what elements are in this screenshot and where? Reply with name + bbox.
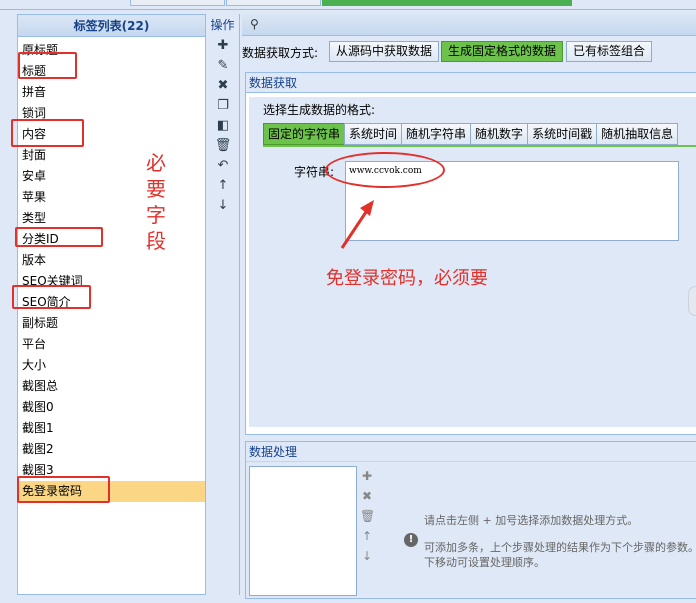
fetch-mode-row: 数据获取方式: 从源码中获取数据 生成固定格式的数据 已有标签组合 [242, 41, 696, 63]
delete-icon[interactable]: ✖ [206, 76, 240, 96]
editor-header: ⚲ [242, 14, 696, 36]
tag-list-item[interactable]: 封面 [18, 145, 205, 166]
tag-list-item[interactable]: 副标题 [18, 313, 205, 334]
process-hint-primary: 请点击左侧 + 加号选择添加数据处理方式。 [424, 514, 639, 527]
format-tab[interactable]: 固定的字符串 [263, 123, 346, 145]
tag-list-item[interactable]: 版本 [18, 250, 205, 271]
format-tab[interactable]: 随机抽取信息 [596, 123, 679, 145]
format-tab[interactable]: 系统时间 [344, 123, 403, 145]
annotation-box-seo-intro [12, 285, 91, 309]
tag-list-item[interactable]: 平台 [18, 334, 205, 355]
edit-icon[interactable]: ✎ [206, 56, 240, 76]
move-up-icon[interactable]: ↑ [206, 176, 240, 196]
process-move-down-icon[interactable]: ↓ [360, 546, 374, 566]
format-tabs-underline [263, 145, 696, 147]
trash-icon[interactable]: 🗑 [206, 136, 240, 156]
add-icon[interactable]: ✚ [206, 36, 240, 56]
annotation-box-title [18, 52, 77, 79]
tag-list: 原标题 标题 拼音 锁词 内容 封面 安卓 苹果 类型 分类ID 版本 SEO关键词 SEO简介 副标题平… [18, 37, 205, 502]
data-fetch-title: 数据获取 [246, 73, 696, 93]
operation-toolbar: 操作 ✚ ✎ ✖ ❐ ◧ 🗑 ↶ ↑ ↓ [206, 14, 240, 595]
process-step-list[interactable] [249, 466, 357, 596]
format-tab[interactable]: 随机数字 [470, 123, 529, 145]
fetch-mode-label: 数据获取方式: [242, 46, 319, 60]
annotation-required-fields: 必要字段 [146, 151, 166, 253]
format-tab[interactable]: 随机字符串 [401, 123, 472, 145]
top-tab-2[interactable] [226, 0, 321, 6]
operation-title: 操作 [210, 18, 235, 32]
choose-format-label: 选择生成数据的格式: [263, 103, 376, 117]
undo-icon[interactable]: ↶ [206, 156, 240, 176]
annotation-box-category [15, 227, 103, 247]
annotation-ellipse-string [325, 152, 445, 188]
data-process-title: 数据处理 [246, 442, 696, 462]
tag-list-item[interactable]: 截图2 [18, 439, 205, 460]
annotation-password-note: 免登录密码，必须要 [326, 268, 488, 289]
mode-from-source-button[interactable]: 从源码中获取数据 [329, 41, 440, 62]
tag-list-item[interactable]: 截图1 [18, 418, 205, 439]
move-down-icon[interactable]: ↓ [206, 196, 240, 216]
tag-list-item[interactable]: 截图0 [18, 397, 205, 418]
tag-list-item[interactable]: 截图总 [18, 376, 205, 397]
pin-icon[interactable]: ⚲ [250, 17, 259, 31]
annotation-arrow [340, 200, 374, 249]
tag-list-header: 标签列表(22) [18, 15, 205, 37]
process-hint-secondary: 可添加多条，上个步骤处理的结果作为下个步骤的参数。上下移动可设置处理顺序。 [424, 541, 696, 569]
top-tab-1[interactable] [130, 0, 225, 6]
format-tabs: 固定的字符串 系统时间 随机字符串 随机数字 系统时间戳 随机抽取信息 [263, 123, 679, 145]
info-icon: ! [404, 533, 418, 547]
format-fieldset: 选择生成数据的格式: 固定的字符串 系统时间 随机字符串 随机数字 系统时间戳 随机抽取信… [249, 97, 696, 427]
tag-list-item[interactable]: 拼音 [18, 82, 205, 103]
tag-list-item[interactable]: 大小 [18, 355, 205, 376]
tag-list-item[interactable]: 类型 [18, 208, 205, 229]
top-tab-strip [0, 0, 696, 10]
annotation-box-password [17, 476, 110, 503]
copy-icon[interactable]: ❐ [206, 96, 240, 116]
scroll-handle[interactable] [688, 286, 696, 316]
annotation-box-content [11, 119, 84, 147]
process-toolbar: ✚ ✖ 🗑 ↑ ↓ [360, 466, 375, 566]
paste-icon[interactable]: ◧ [206, 116, 240, 136]
process-delete-icon[interactable]: ✖ [360, 486, 374, 506]
tag-list-item[interactable]: 苹果 [18, 187, 205, 208]
format-tab[interactable]: 系统时间戳 [527, 123, 598, 145]
data-fetch-panel: 数据获取 选择生成数据的格式: 固定的字符串 系统时间 随机字符串 随机数字 系统时间戳… [245, 72, 696, 435]
mode-tag-combination-button[interactable]: 已有标签组合 [566, 41, 653, 62]
top-tab-active[interactable] [322, 0, 572, 6]
tag-list-item[interactable]: 安卓 [18, 166, 205, 187]
mode-fixed-format-button[interactable]: 生成固定格式的数据 [441, 41, 564, 62]
data-process-panel: 数据处理 ✚ ✖ 🗑 ↑ ↓ 请点击左侧 + 加号选择添加数据处理方式。 ! 可… [245, 441, 696, 599]
process-add-icon[interactable]: ✚ [360, 466, 374, 486]
process-move-up-icon[interactable]: ↑ [360, 526, 374, 546]
process-trash-icon[interactable]: 🗑 [360, 506, 375, 526]
